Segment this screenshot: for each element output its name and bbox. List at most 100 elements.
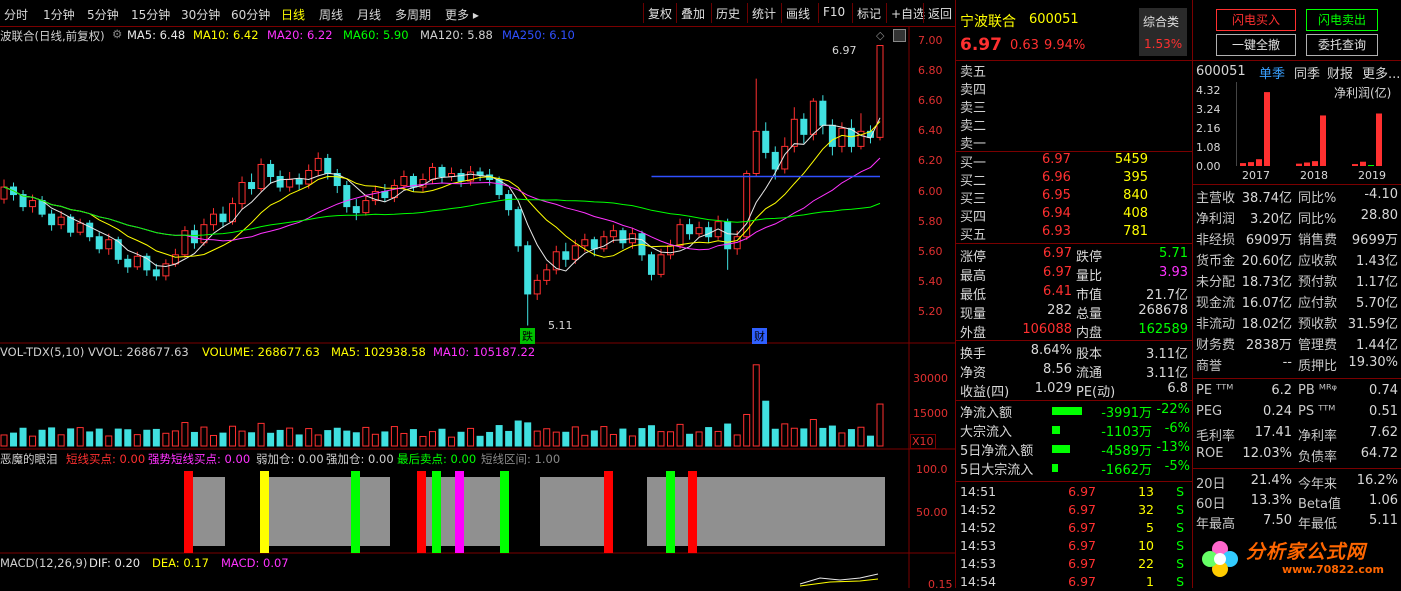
stat-value: 3.11亿 — [1146, 347, 1188, 362]
devil-signal-bar — [455, 471, 464, 553]
fin-value: 5.11 — [1369, 513, 1398, 528]
candle-body — [86, 222, 94, 238]
candle-body — [581, 239, 589, 247]
fin-label: 未分配 — [1196, 275, 1236, 290]
stat-label: 跌停 — [1076, 250, 1103, 265]
volume-bar — [0, 434, 8, 447]
stat-value: 282 — [1047, 303, 1072, 318]
fin-value: 31.59亿 — [1347, 317, 1398, 332]
volume-bar — [229, 425, 237, 447]
candle-body — [552, 251, 560, 271]
volume-bars — [0, 364, 884, 447]
fin-label: 非经损 — [1196, 233, 1236, 248]
buy-volume: 840 — [1123, 188, 1148, 203]
flow-bar — [1052, 445, 1070, 453]
macd-dea: DEA: 0.17 — [152, 556, 209, 570]
flow-label: 大宗流入 — [960, 425, 1013, 440]
volume-bar — [790, 427, 798, 447]
price-change: 0.63 — [1010, 38, 1039, 53]
stat-label: 市值 — [1076, 288, 1103, 303]
devil-s1: 短线买点: 0.00 — [66, 452, 146, 466]
fin-value: 0.74 — [1369, 383, 1398, 398]
profit-year: 2017 — [1242, 169, 1270, 182]
buy-price: 6.95 — [1042, 188, 1071, 203]
collapse-icon[interactable] — [893, 29, 906, 42]
cancel-all-button[interactable]: 一键全撤 — [1216, 34, 1296, 56]
volume-bar — [543, 428, 551, 447]
volume-bar — [29, 435, 37, 447]
x10-badge[interactable]: X10 — [910, 434, 936, 449]
profit-year: 2018 — [1300, 169, 1328, 182]
volume-bar — [381, 431, 389, 447]
tick-side: S — [1176, 574, 1184, 589]
fin-label: 负债率 — [1298, 450, 1338, 465]
tick-time: 14:54 — [960, 574, 997, 589]
candle-body — [505, 194, 513, 211]
tab-more[interactable]: 更多... — [1362, 63, 1400, 82]
tab-same-season[interactable]: 同季 — [1294, 63, 1320, 82]
volume-bar — [495, 425, 503, 447]
volume-bar — [419, 435, 427, 447]
fin-label: PS ᵀᵀᴹ — [1298, 404, 1336, 419]
devil-s4: 强加仓: 0.00 — [326, 452, 394, 466]
profit-bar — [1352, 164, 1358, 166]
stat-label: PE(动) — [1076, 385, 1116, 400]
volume-bar — [467, 427, 475, 447]
candle-body — [590, 239, 598, 250]
fin-label: 预收款 — [1298, 317, 1338, 332]
flower-icon — [1202, 541, 1238, 577]
entrust-query-button[interactable]: 委托查询 — [1306, 34, 1378, 56]
candle-body — [267, 163, 275, 177]
volume-bar — [86, 431, 94, 447]
vol-label: VOL-TDX(5,10) — [0, 345, 85, 359]
y-tick-5.20: 5.20 — [918, 305, 943, 318]
volume-bar — [295, 434, 303, 447]
fin-value: 1.44亿 — [1356, 338, 1398, 353]
sector-box[interactable]: 综合类 1.53% — [1139, 8, 1187, 56]
fin-value: 64.72 — [1360, 446, 1398, 461]
flow-bar — [1052, 407, 1082, 415]
tick-side: S — [1176, 484, 1184, 499]
tab-report[interactable]: 财报 — [1327, 63, 1353, 82]
fin-value: 17.41 — [1254, 425, 1292, 440]
fin-value: 19.30% — [1348, 355, 1398, 370]
y-tick-7.00: 7.00 — [918, 34, 943, 47]
volume-bar — [200, 426, 208, 447]
fin-value: 7.50 — [1263, 513, 1292, 528]
buy-row-1: 买二 6.96 395 — [956, 170, 1196, 189]
flash-sell-button[interactable]: 闪电卖出 — [1306, 9, 1378, 31]
volume-bar — [667, 431, 675, 447]
profit-bar — [1256, 159, 1262, 166]
profit-year-labels: 2017 2018 2019 — [1236, 169, 1396, 183]
profit-bar — [1304, 162, 1310, 166]
candle-body — [305, 169, 313, 185]
stat-label: 换手 — [960, 347, 987, 362]
volume-bar — [571, 426, 579, 447]
fin-label: 毛利率 — [1196, 429, 1236, 444]
profit-bar — [1312, 161, 1318, 166]
fin-label: 财务费 — [1196, 338, 1236, 353]
fin-label: 现金流 — [1196, 296, 1236, 311]
volume-bar — [743, 413, 751, 447]
y-tick-5.80: 5.80 — [918, 214, 943, 228]
tab-single-season[interactable]: 单季 — [1259, 63, 1285, 82]
candle-body — [771, 151, 779, 170]
marker-die: 跌 — [520, 328, 535, 344]
stat-value: 268678 — [1138, 303, 1188, 318]
candle-body — [457, 172, 465, 182]
fin-value: 12.03% — [1242, 446, 1292, 461]
candle-body — [362, 200, 370, 214]
flash-buy-button[interactable]: 闪电买入 — [1216, 9, 1296, 31]
stat-value: 1.029 — [1034, 381, 1072, 396]
volume-bar — [533, 430, 541, 447]
volume-bar — [428, 431, 436, 447]
candle-body — [48, 213, 56, 226]
diamond-icon[interactable]: ◇ — [876, 29, 884, 42]
fin-value: 5.70亿 — [1356, 296, 1398, 311]
fin-label: 净利率 — [1298, 429, 1338, 444]
volume-bar — [695, 431, 703, 447]
candle-body — [276, 176, 284, 188]
candle-body — [524, 245, 532, 295]
vol-ma10-label: MA10: 105187.22 — [433, 345, 536, 359]
volume-bar — [105, 435, 113, 447]
